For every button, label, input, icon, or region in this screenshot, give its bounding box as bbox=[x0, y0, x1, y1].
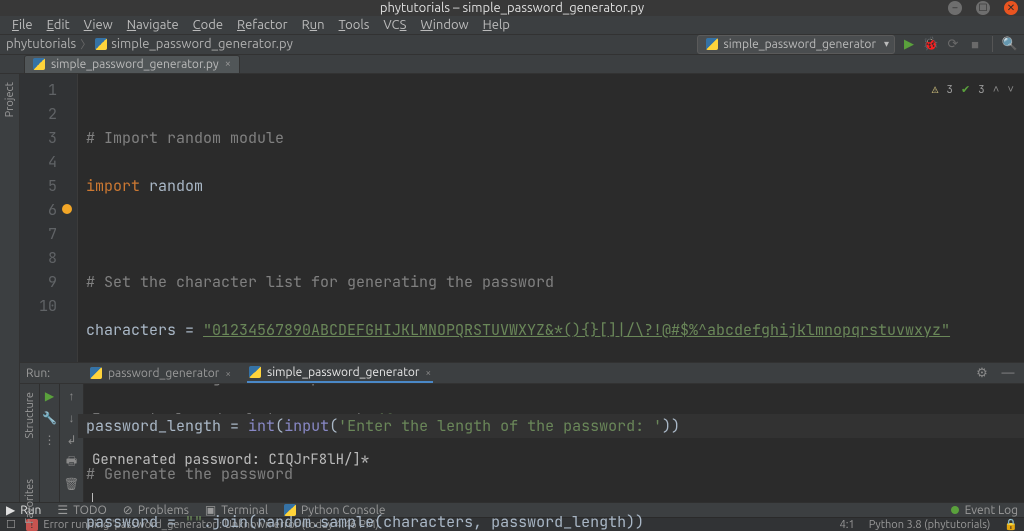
close-icon[interactable]: × bbox=[225, 58, 231, 70]
line-number: 2 bbox=[20, 102, 57, 126]
menu-tools[interactable]: Tools bbox=[333, 16, 376, 34]
window-minimize-button[interactable]: – bbox=[948, 1, 962, 15]
menu-bar: File Edit View Navigate Code Refactor Ru… bbox=[0, 16, 1024, 35]
editor-tab-active[interactable]: simple_password_generator.py × bbox=[24, 55, 240, 73]
breadcrumb-project[interactable]: phytutorials bbox=[6, 37, 76, 51]
breadcrumb: phytutorials 〉 simple_password_generator… bbox=[6, 36, 293, 52]
nav-bar: phytutorials 〉 simple_password_generator… bbox=[0, 35, 1024, 55]
typo-count: 3 bbox=[978, 78, 985, 102]
trash-icon[interactable]: 🗑 bbox=[64, 476, 80, 492]
status-tool-windows-icon[interactable]: ☐ bbox=[6, 518, 16, 531]
code-string: 'Enter the length of the password: ' bbox=[338, 416, 662, 436]
python-run-icon bbox=[249, 366, 261, 378]
run-tab-label: simple_password_generator bbox=[267, 366, 420, 379]
run-play-icon: ▶ bbox=[6, 503, 15, 517]
hide-icon[interactable]: — bbox=[1000, 365, 1016, 381]
window-maximize-button[interactable]: ☐ bbox=[976, 1, 990, 15]
menu-navigate[interactable]: Navigate bbox=[121, 16, 185, 34]
warning-icon[interactable]: ⚠ bbox=[932, 78, 939, 102]
left-tool-stripe-2: Structure Favorites bbox=[20, 384, 40, 502]
run-toolbar-left: ▶ 🔧 ⋮ bbox=[40, 384, 60, 502]
intention-bulb-icon[interactable] bbox=[62, 204, 72, 214]
chevron-up-icon[interactable]: ˄ bbox=[993, 78, 1000, 102]
run-tab-2[interactable]: simple_password_generator × bbox=[247, 364, 433, 383]
code-string: "01234567890ABCDEFGHIJKLMNOPQRSTUVWXYZ&*… bbox=[203, 320, 950, 340]
todo-icon: ☰ bbox=[57, 503, 68, 517]
menu-edit[interactable]: Edit bbox=[41, 16, 76, 34]
code-identifier: random bbox=[149, 176, 203, 196]
code-identifier: characters bbox=[86, 320, 176, 340]
menu-vcs[interactable]: VCS bbox=[377, 16, 412, 34]
editor-tab-label: simple_password_generator.py bbox=[51, 58, 219, 71]
menu-refactor[interactable]: Refactor bbox=[231, 16, 294, 34]
rerun-icon[interactable]: ▶ bbox=[42, 388, 58, 404]
run-tool-tabs: Run: password_generator × simple_passwor… bbox=[20, 362, 1024, 384]
line-number: 7 bbox=[20, 222, 57, 246]
typo-icon[interactable]: ✔ bbox=[961, 78, 970, 102]
favorites-tool-button[interactable]: Favorites bbox=[24, 479, 36, 524]
python-run-icon bbox=[90, 367, 102, 379]
code-builtin: input bbox=[284, 416, 329, 436]
python-file-icon bbox=[95, 38, 107, 50]
debug-icon[interactable]: 🐞 bbox=[923, 36, 939, 52]
search-icon[interactable]: 🔍 bbox=[1002, 36, 1018, 52]
code-keyword: import bbox=[86, 176, 140, 196]
line-number: 4 bbox=[20, 150, 57, 174]
warning-count: 3 bbox=[946, 78, 953, 102]
tool-settings-icon[interactable]: 🔧 bbox=[42, 410, 58, 426]
line-number: 5 bbox=[20, 174, 57, 198]
code-area[interactable]: ⚠3 ✔3 ˄ ˅ # Import random module import … bbox=[78, 74, 1024, 362]
menu-window[interactable]: Window bbox=[414, 16, 474, 34]
window-close-button[interactable]: ✕ bbox=[1004, 1, 1018, 15]
line-number: 1 bbox=[20, 78, 57, 102]
code-comment: # Generate the password bbox=[86, 464, 293, 484]
close-icon[interactable]: × bbox=[425, 367, 431, 378]
editor-gutter[interactable]: 1 2 3 4 5 6 7 8 9 10 bbox=[20, 74, 78, 362]
gear-icon[interactable]: ⚙ bbox=[974, 365, 990, 381]
chevron-right-icon: 〉 bbox=[80, 36, 91, 52]
print-icon[interactable]: 🖶 bbox=[64, 454, 80, 470]
code-identifier: password bbox=[86, 512, 158, 531]
run-tab-label: password_generator bbox=[108, 367, 219, 380]
python-run-icon bbox=[706, 38, 718, 50]
run-label: Run: bbox=[26, 367, 50, 380]
menu-view[interactable]: View bbox=[78, 16, 119, 34]
project-tool-button[interactable]: Project bbox=[4, 82, 16, 117]
editor-tabs: simple_password_generator.py × bbox=[0, 55, 1024, 74]
code-editor[interactable]: 1 2 3 4 5 6 7 8 9 10 ⚠ 3 ✔ 3 ˄ ˅ # Import … bbox=[20, 74, 1024, 362]
line-number: 9 bbox=[20, 270, 57, 294]
line-number: 6 bbox=[20, 198, 57, 222]
menu-run[interactable]: Run bbox=[296, 16, 331, 34]
code-comment: # Import random module bbox=[86, 128, 284, 148]
title-bar: phytutorials – simple_password_generator… bbox=[0, 0, 1024, 16]
run-configuration-select[interactable]: simple_password_generator bbox=[697, 35, 896, 54]
structure-tool-button[interactable]: Structure bbox=[24, 392, 36, 439]
run-play-icon[interactable]: ▶ bbox=[901, 36, 917, 52]
up-arrow-icon[interactable]: ↑ bbox=[64, 388, 80, 404]
close-icon[interactable]: × bbox=[225, 368, 231, 379]
breadcrumb-file[interactable]: simple_password_generator.py bbox=[111, 37, 293, 51]
run-with-coverage-icon[interactable]: ⟳ bbox=[945, 36, 961, 52]
run-configuration-label: simple_password_generator bbox=[724, 38, 877, 51]
divider bbox=[992, 36, 993, 52]
python-file-icon bbox=[33, 58, 45, 70]
stop-icon[interactable]: ■ bbox=[967, 36, 983, 52]
code-string: "" bbox=[185, 512, 203, 531]
code-identifier: password_length bbox=[86, 416, 221, 436]
line-number: 10 bbox=[20, 294, 57, 318]
code-comment: # Set the character list for generating … bbox=[86, 272, 554, 292]
menu-file[interactable]: File bbox=[6, 16, 39, 34]
run-toolbar-right: ↑ ↓ ↲ 🖶 🗑 bbox=[60, 384, 84, 502]
chevron-down-icon[interactable]: ˅ bbox=[1007, 78, 1014, 102]
line-number: 8 bbox=[20, 246, 57, 270]
menu-help[interactable]: Help bbox=[477, 16, 516, 34]
run-tab-1[interactable]: password_generator × bbox=[88, 365, 233, 382]
window-title: phytutorials – simple_password_generator… bbox=[380, 1, 644, 15]
dots-icon[interactable]: ⋮ bbox=[42, 432, 58, 448]
menu-code[interactable]: Code bbox=[187, 16, 229, 34]
line-number: 3 bbox=[20, 126, 57, 150]
code-builtin: int bbox=[248, 416, 275, 436]
left-tool-stripe: Project bbox=[0, 74, 20, 502]
